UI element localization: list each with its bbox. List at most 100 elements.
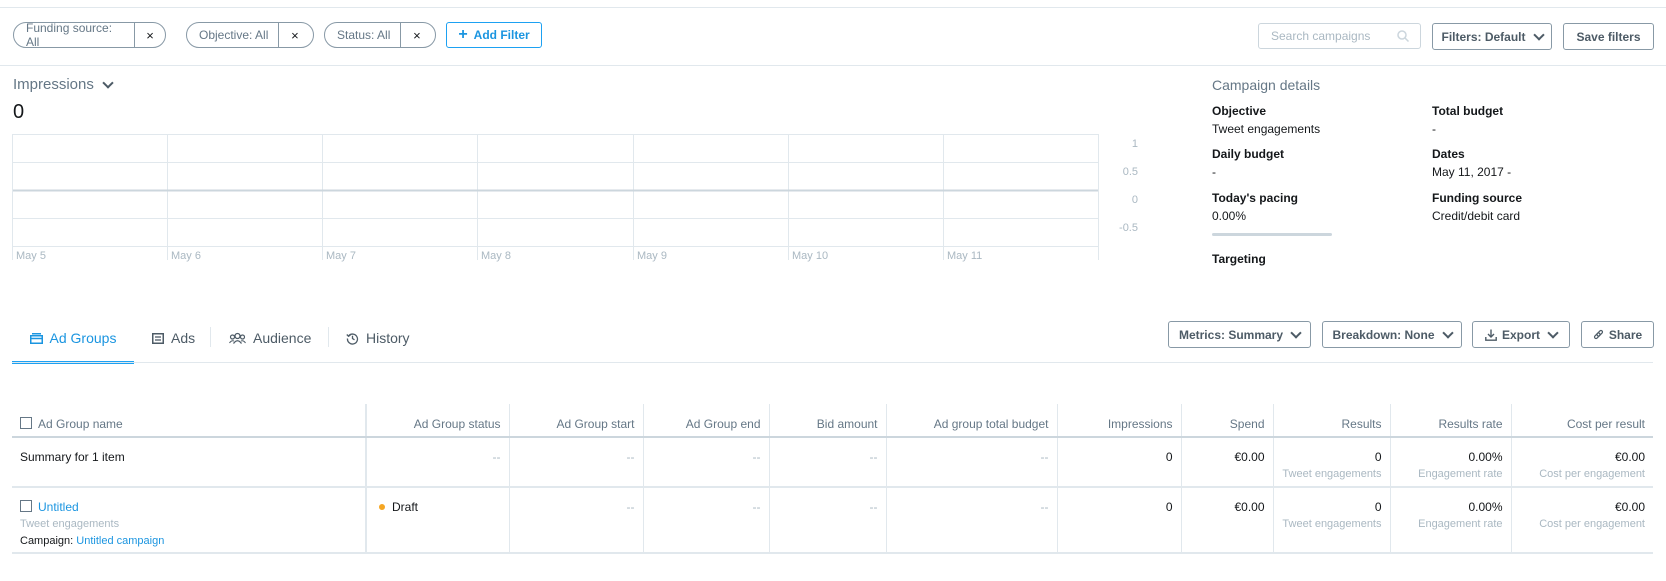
x-tick-label: May 11 xyxy=(947,250,982,262)
chevron-down-icon xyxy=(1532,28,1545,41)
dates-value: May 11, 2017 - xyxy=(1432,165,1512,179)
summary-bid: -- xyxy=(768,437,886,488)
tab-ads[interactable]: Ads xyxy=(152,315,195,361)
column-header-spend[interactable]: Spend xyxy=(1180,404,1273,438)
x-tick-label: May 5 xyxy=(16,250,46,262)
column-header-results-rate[interactable]: Results rate xyxy=(1389,404,1511,438)
column-header-end[interactable]: Ad Group end xyxy=(642,404,769,438)
summary-impressions: 0 xyxy=(1056,437,1181,488)
tab-audience[interactable]: Audience xyxy=(229,315,311,361)
column-header-bid-amount[interactable]: Bid amount xyxy=(768,404,886,438)
filter-chip-objective[interactable]: Objective: All × xyxy=(186,22,314,48)
tab-history[interactable]: History xyxy=(346,315,410,361)
select-all-checkbox[interactable] xyxy=(20,417,32,429)
plus-icon: + xyxy=(458,26,468,43)
search-box[interactable] xyxy=(1258,23,1421,49)
ad-group-results-rate-sub: Engagement rate xyxy=(1418,518,1503,530)
ad-group-cost-cell: €0.00 Cost per engagement xyxy=(1510,487,1653,554)
tab-divider xyxy=(210,327,211,347)
link-icon xyxy=(1593,329,1603,340)
ad-group-status-cell: Draft xyxy=(365,487,509,554)
column-header-cost-per-result[interactable]: Cost per result xyxy=(1510,404,1653,438)
status-dot-icon xyxy=(379,504,385,510)
pacing-label: Today's pacing xyxy=(1212,191,1298,205)
metric-selector[interactable]: Impressions xyxy=(13,76,114,93)
ad-group-results-cell: 0 Tweet engagements xyxy=(1272,487,1390,554)
add-filter-button[interactable]: + Add Filter xyxy=(446,22,542,48)
x-tick-label: May 7 xyxy=(326,250,356,262)
export-dropdown[interactable]: Export xyxy=(1472,321,1570,348)
metrics-dropdown[interactable]: Metrics: Summary xyxy=(1168,321,1311,348)
ad-group-name-link[interactable]: Untitled xyxy=(38,500,79,514)
save-filters-button[interactable]: Save filters xyxy=(1563,23,1654,50)
top-divider xyxy=(0,0,1666,8)
history-icon xyxy=(346,332,359,345)
filter-chip-status[interactable]: Status: All × xyxy=(324,22,436,48)
campaign-prefix: Campaign: xyxy=(20,535,74,547)
column-header-total-budget[interactable]: Ad group total budget xyxy=(885,404,1057,438)
pacing-value: 0.00% xyxy=(1212,209,1247,223)
summary-start: -- xyxy=(508,437,643,488)
ad-group-end: -- xyxy=(642,487,769,554)
close-icon[interactable]: × xyxy=(400,23,432,47)
share-label: Share xyxy=(1608,327,1643,342)
summary-results-cell: 0 Tweet engagements xyxy=(1272,437,1390,488)
table-header-row: Ad Group name Ad Group status Ad Group s… xyxy=(12,404,1653,438)
campaign-link[interactable]: Untitled campaign xyxy=(76,535,164,547)
tab-bar-divider xyxy=(12,362,1653,363)
summary-spend: €0.00 xyxy=(1180,437,1273,488)
tab-ad-groups[interactable]: Ad Groups xyxy=(12,315,134,364)
ads-icon xyxy=(152,332,164,344)
chevron-down-icon xyxy=(1547,326,1559,339)
column-header-name[interactable]: Ad Group name xyxy=(12,404,367,438)
ad-group-start: -- xyxy=(508,487,643,554)
metrics-label: Metrics: Summary xyxy=(1178,327,1284,342)
filters-default-dropdown[interactable]: Filters: Default xyxy=(1432,23,1552,50)
export-label: Export xyxy=(1501,327,1540,342)
search-input[interactable] xyxy=(1271,29,1396,43)
pacing-progress-bar xyxy=(1212,233,1332,236)
filter-chip-label: Status: All xyxy=(337,28,391,42)
x-tick-label: May 8 xyxy=(481,250,511,262)
objective-label: Objective xyxy=(1212,104,1267,118)
total-budget-value: - xyxy=(1432,122,1436,136)
ad-group-campaign: Campaign: Untitled campaign xyxy=(20,535,357,547)
save-filters-label: Save filters xyxy=(1576,29,1641,44)
summary-label: Summary for 1 item xyxy=(12,437,367,488)
filter-chip-funding-source[interactable]: Funding source: All × xyxy=(13,21,166,49)
tab-label: Audience xyxy=(253,330,312,346)
close-icon[interactable]: × xyxy=(134,23,165,47)
funding-source-value: Credit/debit card xyxy=(1432,209,1521,223)
campaign-details-title: Campaign details xyxy=(1212,77,1321,93)
ad-group-objective: Tweet engagements xyxy=(20,518,120,530)
column-header-status[interactable]: Ad Group status xyxy=(365,404,509,438)
summary-results-sub: Tweet engagements xyxy=(1282,468,1382,480)
x-tick-label: May 10 xyxy=(792,250,828,262)
column-header-start[interactable]: Ad Group start xyxy=(508,404,643,438)
close-icon[interactable]: × xyxy=(278,23,310,47)
column-header-impressions[interactable]: Impressions xyxy=(1056,404,1181,438)
column-header-results[interactable]: Results xyxy=(1272,404,1390,438)
y-tick-label: 1 xyxy=(1132,138,1138,150)
row-checkbox[interactable] xyxy=(20,500,32,512)
tab-label: History xyxy=(366,330,410,346)
ad-group-results-sub: Tweet engagements xyxy=(1282,518,1382,530)
ad-groups-icon xyxy=(29,332,43,344)
metric-label: Impressions xyxy=(13,76,94,93)
ad-group-results-rate: 0.00% xyxy=(1468,500,1503,514)
breakdown-dropdown[interactable]: Breakdown: None xyxy=(1322,321,1462,348)
breakdown-label: Breakdown: None xyxy=(1332,327,1435,342)
summary-cost-per-result: €0.00 xyxy=(1614,450,1645,464)
summary-results: 0 xyxy=(1374,450,1382,464)
objective-value: Tweet engagements xyxy=(1212,122,1321,136)
table-row[interactable]: Untitled Tweet engagements Campaign: Unt… xyxy=(12,487,1653,554)
dates-label: Dates xyxy=(1432,147,1465,161)
share-button[interactable]: Share xyxy=(1581,321,1654,348)
funding-source-label: Funding source xyxy=(1432,191,1522,205)
audience-icon xyxy=(229,332,246,344)
summary-status: -- xyxy=(365,437,509,488)
impressions-chart: May 5 May 6 May 7 May 8 May 9 May 10 May 11 1 0.… xyxy=(12,134,1138,262)
summary-cost-sub: Cost per engagement xyxy=(1539,468,1645,480)
add-filter-label: Add Filter xyxy=(473,28,530,42)
tab-bar: Ad Groups Ads Audience History Metrics: … xyxy=(0,315,1666,364)
